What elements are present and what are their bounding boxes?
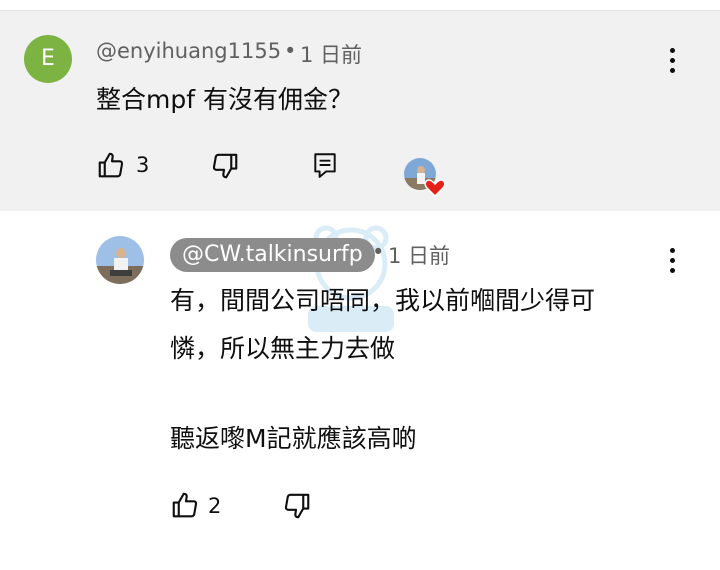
comment-text: 整合mpf 有沒有佣金？ — [96, 85, 353, 114]
like-count: 3 — [136, 153, 150, 177]
reply-text-line: 聽返嚟M記就應該高啲 — [170, 424, 417, 453]
more-vert-icon[interactable] — [668, 248, 676, 278]
thumbs-up-icon[interactable] — [96, 150, 126, 180]
reply-author-badge[interactable]: @CW.talkinsurfp — [170, 238, 375, 272]
meta-separator: • — [284, 39, 297, 63]
creator-heart-icon — [404, 158, 446, 198]
comment-thread-parent: E @enyihuang1155 • 1 日前 整合mpf 有沒有佣金？ 3 — [0, 11, 720, 211]
comment-author[interactable]: @enyihuang1155 — [96, 39, 281, 63]
reply-text-line: 有，間間公司唔同，我以前嗰間少得可 — [170, 286, 596, 315]
thumbs-up-icon[interactable] — [170, 490, 200, 520]
top-divider — [0, 0, 720, 11]
like-count: 2 — [208, 494, 222, 518]
avatar[interactable] — [96, 236, 144, 284]
avatar[interactable]: E — [24, 35, 72, 83]
thumbs-down-icon[interactable] — [210, 151, 240, 181]
reply-icon[interactable] — [312, 151, 338, 179]
comment-time[interactable]: 1 日前 — [300, 39, 362, 69]
reply-time[interactable]: 1 日前 — [388, 240, 450, 270]
reply-text-line: 憐，所以無主力去做 — [170, 334, 396, 363]
more-vert-icon[interactable] — [668, 48, 676, 78]
meta-separator: • — [372, 240, 385, 264]
thumbs-down-icon[interactable] — [282, 491, 312, 521]
